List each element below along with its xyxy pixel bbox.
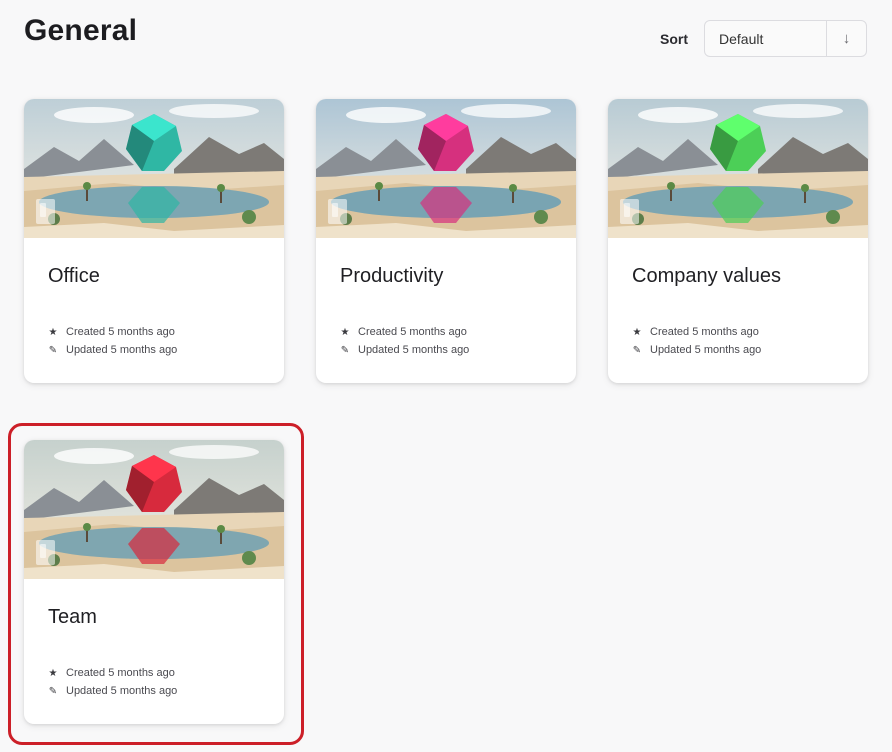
card-updated: ✎ Updated 5 months ago	[632, 344, 762, 356]
card-created: ★ Created 5 months ago	[340, 326, 467, 338]
pencil-icon: ✎	[340, 344, 350, 356]
card-updated: ✎ Updated 5 months ago	[340, 344, 470, 356]
pencil-icon: ✎	[48, 685, 58, 697]
document-icon	[328, 199, 347, 224]
pencil-icon: ✎	[48, 344, 58, 356]
document-icon	[620, 199, 639, 224]
card-cover-image	[24, 99, 284, 238]
sort-value[interactable]: Default	[705, 21, 826, 56]
card-title: Company values	[632, 265, 781, 287]
collection-card-team[interactable]: Team ★ Created 5 months ago ✎ Updated 5 …	[24, 440, 284, 724]
card-updated-text: Updated 5 months ago	[66, 685, 178, 697]
collection-card-productivity[interactable]: Productivity ★ Created 5 months ago ✎ Up…	[316, 99, 576, 383]
card-title: Office	[48, 265, 100, 287]
collection-card-company-values[interactable]: Company values ★ Created 5 months ago ✎ …	[608, 99, 868, 383]
card-created-text: Created 5 months ago	[66, 326, 175, 338]
card-updated: ✎ Updated 5 months ago	[48, 344, 178, 356]
sort-label: Sort	[660, 31, 688, 47]
star-icon: ★	[48, 667, 58, 679]
document-icon	[36, 199, 55, 224]
card-cover-image	[608, 99, 868, 238]
card-title: Team	[48, 606, 97, 628]
card-created: ★ Created 5 months ago	[632, 326, 759, 338]
card-title: Productivity	[340, 265, 444, 287]
card-created-text: Created 5 months ago	[358, 326, 467, 338]
document-icon	[36, 540, 55, 565]
card-created-text: Created 5 months ago	[66, 667, 175, 679]
page-title: General	[24, 14, 138, 47]
card-cover-image	[316, 99, 576, 238]
card-created-text: Created 5 months ago	[650, 326, 759, 338]
star-icon: ★	[48, 326, 58, 338]
collection-card-office[interactable]: Office ★ Created 5 months ago ✎ Updated …	[24, 99, 284, 383]
sort-direction-button[interactable]: ↓	[826, 21, 866, 56]
star-icon: ★	[340, 326, 350, 338]
card-created: ★ Created 5 months ago	[48, 667, 175, 679]
card-updated-text: Updated 5 months ago	[66, 344, 178, 356]
card-updated-text: Updated 5 months ago	[358, 344, 470, 356]
card-updated: ✎ Updated 5 months ago	[48, 685, 178, 697]
star-icon: ★	[632, 326, 642, 338]
sort-select[interactable]: Default ↓	[704, 20, 867, 57]
card-cover-image	[24, 440, 284, 579]
card-updated-text: Updated 5 months ago	[650, 344, 762, 356]
arrow-down-icon: ↓	[842, 30, 851, 47]
card-created: ★ Created 5 months ago	[48, 326, 175, 338]
pencil-icon: ✎	[632, 344, 642, 356]
